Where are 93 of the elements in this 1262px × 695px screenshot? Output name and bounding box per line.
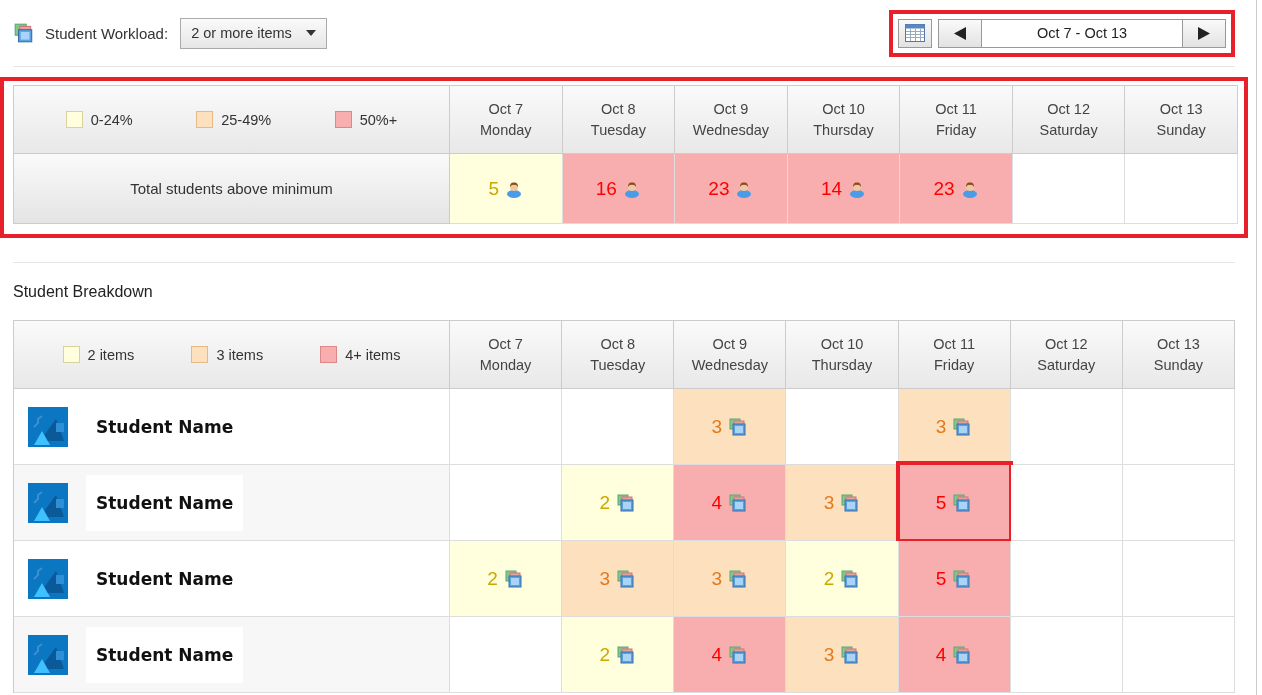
day-date: Oct 9 [712, 334, 748, 354]
date-range: Oct 7 - Oct 13 [982, 18, 1182, 48]
caret-icon [305, 30, 316, 36]
student-name: Student Name [86, 626, 244, 683]
stacked-windows-icon [952, 568, 973, 589]
count-value: 3 [711, 415, 723, 438]
day-weekday: Sunday [1153, 355, 1203, 375]
day-weekday: Monday [479, 355, 532, 375]
stacked-windows-icon [616, 492, 636, 513]
count-value: 2 [599, 491, 610, 514]
day-weekday: Tuesday [590, 120, 646, 140]
count-value: 23 [708, 177, 730, 200]
stacked-windows-icon [728, 644, 749, 665]
avatar-icon [28, 558, 68, 599]
day-weekday: Thursday [813, 120, 874, 140]
count-value: 5 [935, 491, 947, 514]
day-weekday: Tuesday [590, 355, 646, 375]
avatar-icon [28, 634, 68, 675]
person-icon [848, 179, 867, 198]
stacked-windows-icon [728, 416, 749, 437]
stacked-windows-icon [616, 644, 636, 665]
day-date: Oct 8 [601, 99, 636, 119]
day-weekday: Saturday [1037, 355, 1096, 375]
day-date: Oct 13 [1159, 99, 1203, 119]
count-value: 3 [711, 567, 723, 590]
day-date: Oct 11 [935, 99, 977, 119]
calendar-button[interactable] [898, 18, 932, 48]
legend-label: 2 items [87, 346, 135, 363]
day-date: Oct 12 [1047, 99, 1090, 119]
day-weekday: Sunday [1156, 120, 1206, 140]
count-value: 2 [487, 567, 498, 590]
stacked-windows-icon [840, 568, 861, 589]
day-weekday: Wednesday [691, 355, 768, 375]
count-value: 3 [823, 491, 835, 514]
count-value: 16 [595, 177, 617, 200]
stacked-windows-icon [503, 568, 524, 589]
person-icon [960, 179, 979, 198]
avatar-icon [28, 406, 68, 447]
day-weekday: Thursday [811, 355, 873, 375]
previous-week-button[interactable] [938, 18, 982, 48]
right-triangle-icon [1198, 26, 1210, 40]
legend-label: 50%+ [359, 111, 398, 128]
legend-label: 0-24% [90, 111, 133, 128]
day-date: Oct 8 [600, 334, 636, 354]
student-name: Student Name [86, 474, 244, 531]
next-week-button[interactable] [1182, 18, 1226, 48]
count-value: 14 [820, 177, 843, 200]
left-triangle-icon [954, 26, 966, 40]
stacked-windows-icon [840, 644, 861, 665]
day-weekday: Wednesday [692, 120, 770, 140]
count-value: 4 [711, 643, 723, 666]
stacked-windows-icon [616, 568, 636, 589]
count-value: 23 [933, 177, 955, 200]
stacked-windows-icon [728, 568, 749, 589]
workload-label: Student Workload: [45, 24, 169, 42]
person-icon [735, 179, 754, 198]
stacked-windows-icon [952, 644, 973, 665]
calendar-icon [905, 24, 925, 42]
row-label: Total students above minimum [14, 154, 450, 224]
avatar-icon [28, 482, 68, 523]
day-weekday: Friday [934, 355, 975, 375]
day-weekday: Monday [480, 120, 532, 140]
stacked-windows-icon [840, 492, 861, 513]
person-icon [622, 179, 641, 198]
day-date: Oct 10 [822, 99, 865, 119]
day-date: Oct 9 [713, 99, 749, 119]
day-date: Oct 7 [488, 99, 524, 119]
count-value: 5 [488, 177, 500, 200]
stacked-windows-icon [728, 492, 749, 513]
count-value: 3 [935, 415, 947, 438]
count-value: 3 [599, 567, 610, 590]
legend-label: 25-49% [221, 111, 272, 128]
day-weekday: Saturday [1039, 120, 1098, 140]
count-value: 2 [823, 567, 835, 590]
count-value: 3 [823, 643, 835, 666]
count-value: 4 [711, 491, 723, 514]
count-value: 2 [599, 643, 610, 666]
workload-dropdown[interactable]: 2 or more items [180, 17, 327, 49]
day-date: Oct 12 [1044, 334, 1088, 354]
day-date: Oct 13 [1157, 334, 1200, 354]
day-date: Oct 11 [933, 334, 975, 354]
stacked-windows-icon [952, 416, 973, 437]
day-date: Oct 7 [488, 334, 523, 354]
legend-label: 3 items [216, 346, 264, 363]
section-title: Student Breakdown [13, 283, 154, 301]
day-date: Oct 10 [820, 334, 864, 354]
legend-label: 4+ items [345, 346, 401, 363]
day-weekday: Friday [935, 120, 977, 140]
count-value: 4 [935, 643, 947, 666]
stacked-windows-icon [952, 492, 973, 513]
person-icon [505, 179, 524, 198]
count-value: 5 [935, 567, 947, 590]
stacked-windows-icon [13, 22, 35, 44]
